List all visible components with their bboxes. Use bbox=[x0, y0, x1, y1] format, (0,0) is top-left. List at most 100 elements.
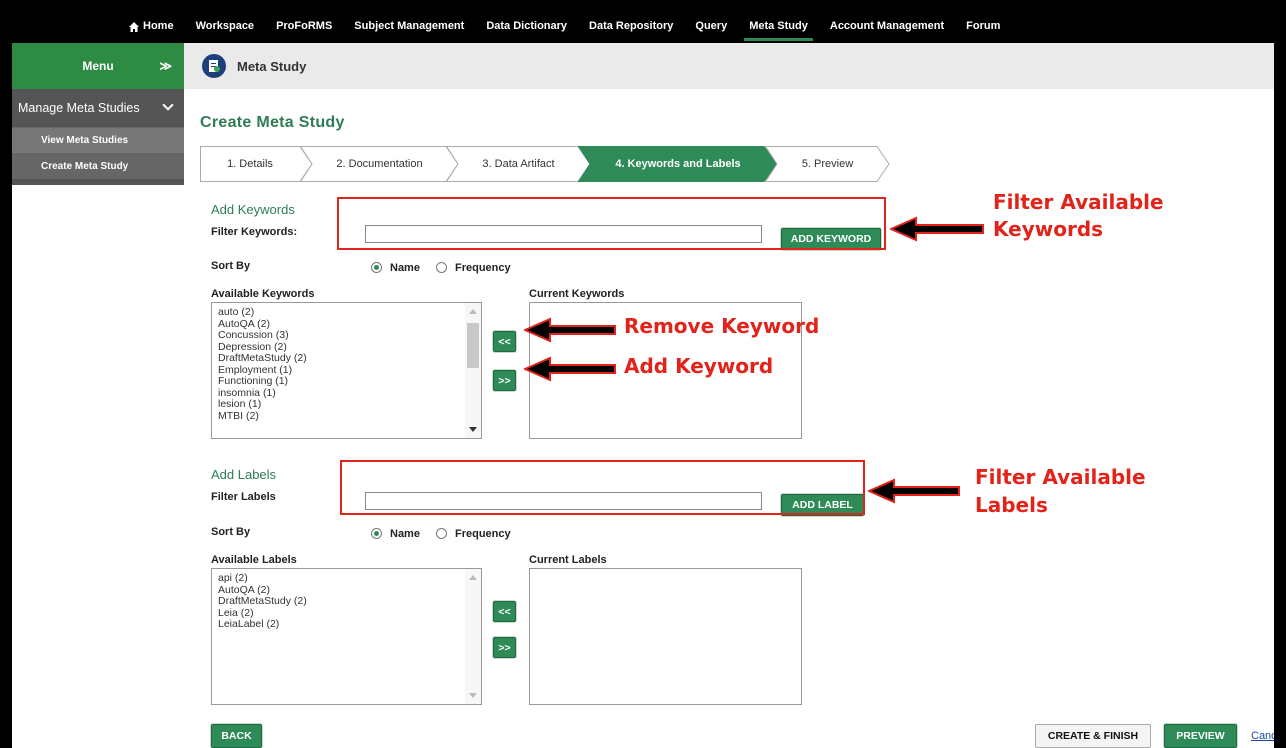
annotation-line: Filter Available bbox=[993, 190, 1164, 214]
step-label: 5. Preview bbox=[801, 158, 854, 170]
step-label: 2. Documentation bbox=[336, 158, 423, 170]
remove-label-button[interactable]: << bbox=[493, 601, 516, 622]
labels-sort-frequency-label: Frequency bbox=[455, 528, 511, 540]
labels-sort-name-radio[interactable] bbox=[371, 528, 382, 539]
annotation-add-keyword: Add Keyword bbox=[624, 354, 774, 378]
top-nav: Home Workspace ProFoRMS Subject Manageme… bbox=[12, 10, 1274, 43]
sidebar-section-manage-meta-studies[interactable]: Manage Meta Studies bbox=[12, 89, 184, 127]
keywords-sort-by-label: Sort By bbox=[211, 260, 251, 272]
sidebar-menu-header[interactable]: Menu ≫ bbox=[12, 43, 184, 89]
step-label: 3. Data Artifact bbox=[482, 158, 555, 170]
arrow-left-icon bbox=[524, 317, 616, 343]
arrow-left-icon bbox=[890, 216, 984, 242]
list-item[interactable]: Concussion (3) bbox=[218, 329, 481, 342]
current-labels-list[interactable] bbox=[529, 568, 802, 705]
home-icon bbox=[129, 21, 139, 32]
step-preview[interactable]: 5. Preview bbox=[765, 146, 890, 182]
filter-keywords-highlight-box bbox=[337, 197, 886, 250]
list-item[interactable]: DraftMetaStudy (2) bbox=[218, 352, 481, 365]
available-labels-label: Available Labels bbox=[211, 554, 297, 566]
available-keywords-label: Available Keywords bbox=[211, 288, 315, 300]
scroll-up-icon[interactable] bbox=[469, 575, 477, 580]
list-item[interactable]: DraftMetaStudy (2) bbox=[218, 595, 481, 608]
available-keywords-scrollbar[interactable] bbox=[465, 303, 481, 438]
annotation-line: Filter Available bbox=[975, 465, 1146, 489]
labels-sort-frequency-radio[interactable] bbox=[436, 528, 447, 539]
main-content: Create Meta Study 1. Details 2. Document… bbox=[200, 89, 1274, 748]
scroll-down-icon[interactable] bbox=[469, 693, 477, 698]
available-keywords-list[interactable]: auto (2) AutoQA (2) Concussion (3) Depre… bbox=[211, 302, 482, 439]
step-label: 4. Keywords and Labels bbox=[615, 158, 741, 170]
app-frame: Home Workspace ProFoRMS Subject Manageme… bbox=[12, 10, 1274, 748]
arrow-left-icon bbox=[524, 356, 616, 382]
wizard-steps: 1. Details 2. Documentation 3. Data Arti… bbox=[200, 146, 900, 182]
keywords-sort-name-label: Name bbox=[390, 262, 420, 274]
labels-sort-by-label: Sort By bbox=[211, 526, 251, 538]
keywords-sort-frequency-label: Frequency bbox=[455, 262, 511, 274]
page-header-title: Meta Study bbox=[237, 58, 307, 74]
keywords-section-title: Add Keywords bbox=[211, 202, 295, 217]
current-labels-label: Current Labels bbox=[529, 554, 607, 566]
meta-study-icon bbox=[202, 54, 226, 78]
add-selected-label-button[interactable]: >> bbox=[493, 637, 516, 658]
annotation-filter-keywords: Filter Available Keywords bbox=[993, 189, 1164, 243]
create-finish-button[interactable]: CREATE & FINISH bbox=[1035, 724, 1151, 748]
scroll-down-icon[interactable] bbox=[469, 427, 477, 432]
filter-labels-highlight-box bbox=[340, 460, 865, 515]
chevron-down-icon bbox=[162, 99, 174, 111]
available-labels-items: api (2) AutoQA (2) DraftMetaStudy (2) Le… bbox=[212, 569, 481, 631]
available-keywords-items: auto (2) AutoQA (2) Concussion (3) Depre… bbox=[212, 303, 481, 422]
list-item[interactable]: auto (2) bbox=[218, 306, 481, 319]
annotation-line: Keywords bbox=[993, 217, 1104, 241]
sidebar-section-label: Manage Meta Studies bbox=[18, 101, 140, 115]
arrow-left-icon bbox=[868, 478, 960, 504]
scroll-up-icon[interactable] bbox=[469, 309, 477, 314]
keywords-sort-frequency-radio[interactable] bbox=[436, 262, 447, 273]
available-labels-list[interactable]: api (2) AutoQA (2) DraftMetaStudy (2) Le… bbox=[211, 568, 482, 705]
back-button[interactable]: BACK bbox=[211, 724, 262, 748]
nav-meta-study[interactable]: Meta Study bbox=[738, 10, 819, 43]
sidebar-item-create-meta-study[interactable]: Create Meta Study bbox=[12, 153, 184, 179]
page-header: Meta Study bbox=[184, 43, 1274, 89]
filter-labels-label: Filter Labels bbox=[211, 491, 276, 503]
sidebar-item-view-meta-studies[interactable]: View Meta Studies bbox=[12, 127, 184, 153]
keywords-sort-name-radio[interactable] bbox=[371, 262, 382, 273]
step-keywords-and-labels[interactable]: 4. Keywords and Labels bbox=[578, 146, 778, 182]
add-selected-keyword-button[interactable]: >> bbox=[493, 370, 516, 391]
step-documentation[interactable]: 2. Documentation bbox=[300, 146, 459, 182]
nav-data-dictionary[interactable]: Data Dictionary bbox=[475, 10, 578, 43]
double-chevron-down-icon[interactable]: ≫ bbox=[159, 59, 172, 73]
nav-home-label: Home bbox=[143, 20, 174, 32]
nav-account-management[interactable]: Account Management bbox=[819, 10, 955, 43]
remove-keyword-button[interactable]: << bbox=[493, 331, 516, 352]
annotation-remove-keyword: Remove Keyword bbox=[624, 314, 820, 338]
nav-query[interactable]: Query bbox=[684, 10, 738, 43]
page-title: Create Meta Study bbox=[200, 114, 345, 131]
list-item[interactable]: Functioning (1) bbox=[218, 375, 481, 388]
nav-subject-management[interactable]: Subject Management bbox=[343, 10, 475, 43]
labels-section-title: Add Labels bbox=[211, 467, 277, 482]
list-item[interactable]: api (2) bbox=[218, 572, 481, 585]
list-item[interactable]: LeiaLabel (2) bbox=[218, 618, 481, 631]
nav-workspace[interactable]: Workspace bbox=[185, 10, 266, 43]
nav-proforms[interactable]: ProFoRMS bbox=[265, 10, 343, 43]
filter-keywords-label: Filter Keywords: bbox=[211, 226, 298, 238]
nav-home[interactable]: Home bbox=[118, 10, 185, 43]
annotation-filter-labels: Filter Available Labels bbox=[975, 463, 1146, 519]
available-labels-scrollbar[interactable] bbox=[465, 569, 481, 704]
sidebar: Menu ≫ Manage Meta Studies View Meta Stu… bbox=[12, 43, 184, 748]
annotation-line: Labels bbox=[975, 493, 1048, 517]
labels-sort-name-label: Name bbox=[390, 528, 420, 540]
cancel-link[interactable]: Cancel bbox=[1251, 730, 1274, 742]
preview-button[interactable]: PREVIEW bbox=[1164, 724, 1237, 748]
nav-data-repository[interactable]: Data Repository bbox=[578, 10, 684, 43]
step-details[interactable]: 1. Details bbox=[200, 146, 313, 182]
sidebar-menu-label: Menu bbox=[82, 59, 114, 73]
list-item[interactable]: MTBI (2) bbox=[218, 410, 481, 423]
current-keywords-label: Current Keywords bbox=[529, 288, 625, 300]
nav-forum[interactable]: Forum bbox=[955, 10, 1011, 43]
list-item[interactable]: lesion (1) bbox=[218, 398, 481, 411]
step-data-artifact[interactable]: 3. Data Artifact bbox=[446, 146, 591, 182]
step-label: 1. Details bbox=[227, 158, 273, 170]
scroll-thumb[interactable] bbox=[467, 323, 479, 368]
